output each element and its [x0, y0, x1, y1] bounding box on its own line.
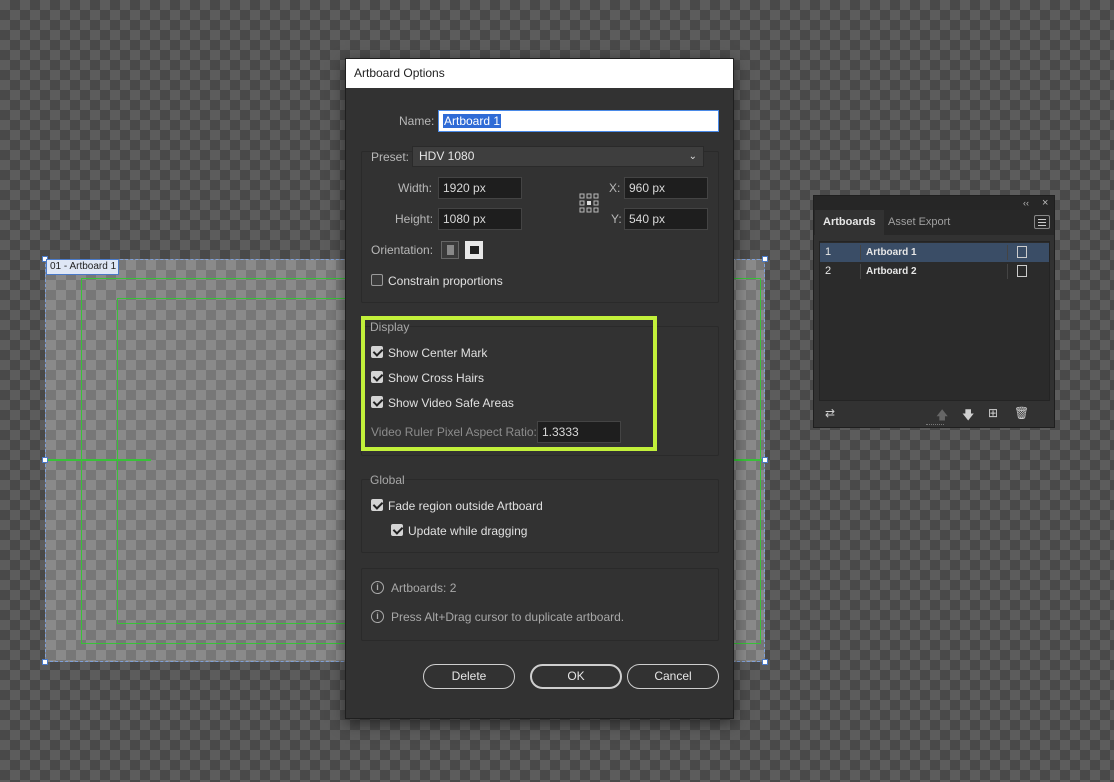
duplicate-hint: Press Alt+Drag cursor to duplicate artbo… — [391, 610, 625, 624]
global-group — [361, 479, 719, 553]
artboard-handle-bottom-left[interactable] — [42, 659, 48, 665]
artboard-options-icon[interactable] — [1017, 246, 1027, 258]
ok-button[interactable]: OK — [530, 664, 622, 689]
width-label: Width: — [398, 181, 433, 195]
width-field[interactable]: 1920 px — [438, 177, 522, 199]
height-label: Height: — [395, 212, 434, 226]
fade-region-label: Fade region outside Artboard — [388, 499, 543, 513]
landscape-icon — [470, 246, 479, 254]
delete-button[interactable]: Delete — [423, 664, 515, 689]
cancel-button[interactable]: Cancel — [627, 664, 719, 689]
x-field[interactable]: 960 px — [624, 177, 708, 199]
artboard-options-icon[interactable] — [1017, 265, 1027, 277]
height-field[interactable]: 1080 px — [438, 208, 522, 230]
global-group-title: Global — [370, 473, 405, 487]
preset-select[interactable]: HDV 1080 ⌄ — [412, 146, 704, 167]
info-icon: i — [371, 610, 384, 623]
info-group — [361, 568, 719, 641]
tab-asset-export[interactable]: Asset Export — [880, 210, 958, 235]
preset-value: HDV 1080 — [419, 149, 475, 163]
artboard-row-name: Artboard 1 — [866, 247, 917, 258]
y-field[interactable]: 540 px — [624, 208, 708, 230]
panel-header-bar: ‹‹ × — [814, 196, 1054, 210]
artboard-handle-middle-left[interactable] — [42, 457, 48, 463]
new-artboard-icon[interactable]: ⊞ — [988, 406, 998, 420]
collapse-panel-icon[interactable]: ‹‹ — [1023, 196, 1029, 210]
orientation-label: Orientation: — [371, 243, 434, 257]
constrain-proportions-label: Constrain proportions — [388, 274, 503, 288]
panel-tabs: Artboards Asset Export — [814, 210, 1054, 235]
dialog-title: Artboard Options — [346, 59, 733, 88]
x-label: X: — [609, 181, 621, 195]
cross-hair-left — [45, 459, 151, 461]
artboard-number: 1 — [825, 246, 832, 258]
name-value: Artboard 1 — [443, 114, 502, 128]
cross-hair-right — [734, 459, 765, 461]
name-label: Name: — [399, 114, 435, 128]
portrait-orientation-button[interactable] — [441, 241, 459, 259]
reference-point-icon[interactable] — [579, 193, 599, 213]
artboard-options-dialog: Artboard Options Name: Artboard 1 Preset… — [345, 58, 734, 719]
chevron-down-icon: ⌄ — [688, 151, 697, 162]
tab-artboards[interactable]: Artboards — [815, 210, 884, 235]
delete-artboard-icon[interactable]: 🗑 — [1014, 406, 1029, 420]
preset-label: Preset: — [371, 150, 410, 164]
close-panel-icon[interactable]: × — [1042, 196, 1048, 210]
artboard-row-2[interactable]: 2 Artboard 2 — [820, 262, 1049, 281]
artboard-row-1[interactable]: 1 Artboard 1 — [820, 243, 1049, 262]
landscape-orientation-button[interactable] — [465, 241, 483, 259]
rearrange-artboards-icon[interactable]: ⇄ — [825, 406, 835, 420]
display-highlight-box — [361, 316, 657, 451]
artboard-handle-middle-right[interactable] — [762, 457, 768, 463]
artboards-panel: ‹‹ × Artboards Asset Export 1 Artboard 1… — [813, 195, 1055, 428]
panel-menu-icon[interactable] — [1034, 215, 1050, 229]
artboard-number: 2 — [825, 265, 832, 277]
y-label: Y: — [611, 212, 622, 226]
artboard-handle-bottom-right[interactable] — [762, 659, 768, 665]
artboard-name-label: 01 - Artboard 1 — [46, 259, 119, 275]
artboards-list: 1 Artboard 1 2 Artboard 2 — [819, 241, 1050, 401]
info-icon: i — [371, 581, 384, 594]
move-down-icon[interactable]: 🡇 — [962, 406, 974, 427]
constrain-proportions-checkbox[interactable] — [371, 274, 383, 286]
name-field[interactable]: Artboard 1 — [438, 110, 719, 132]
panel-resize-grip[interactable] — [926, 424, 944, 427]
artboards-count: Artboards: 2 — [391, 581, 457, 595]
update-while-dragging-checkbox[interactable] — [391, 524, 403, 536]
update-while-dragging-label: Update while dragging — [408, 524, 528, 538]
fade-region-checkbox[interactable] — [371, 499, 383, 511]
artboard-row-name: Artboard 2 — [866, 266, 917, 277]
artboard-handle-top-right[interactable] — [762, 256, 768, 262]
portrait-icon — [447, 245, 454, 255]
